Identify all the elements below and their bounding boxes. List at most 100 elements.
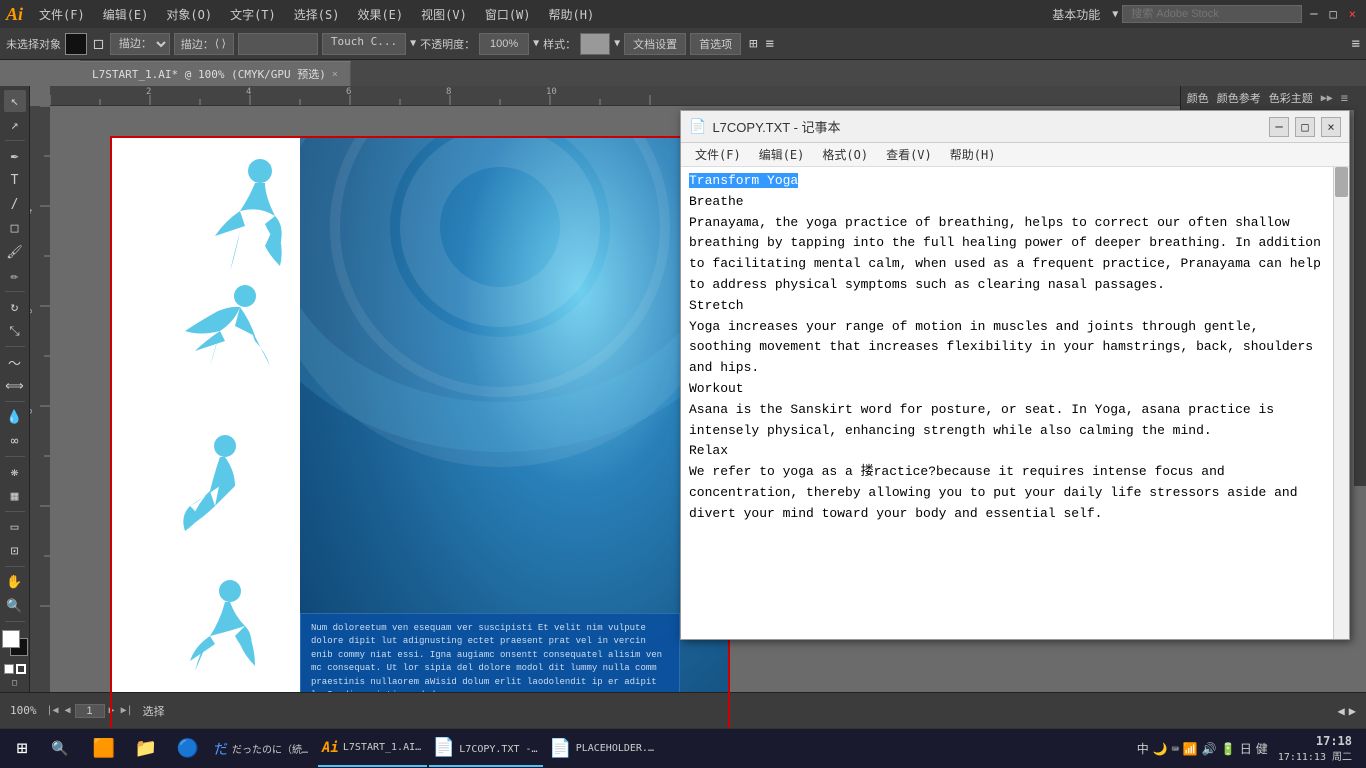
- warp-tool[interactable]: 〜: [4, 351, 26, 373]
- document-tab-bar: L7START_1.AI* @ 100% (CMYK/GPU 预选) ×: [80, 60, 1366, 86]
- stroke-indicator[interactable]: [16, 664, 26, 674]
- browser-app-icon: 🔵: [177, 738, 199, 759]
- tray-icon-lang[interactable]: 中: [1137, 740, 1149, 757]
- opacity-label: 不透明度：: [420, 36, 475, 52]
- artboard-tool[interactable]: ▭: [4, 516, 26, 538]
- notepad-close-button[interactable]: ×: [1321, 117, 1341, 137]
- color-panel-tab[interactable]: 颜色: [1187, 90, 1209, 106]
- document-tab[interactable]: L7START_1.AI* @ 100% (CMYK/GPU 预选) ×: [80, 61, 351, 86]
- eyedropper-tool[interactable]: 💧: [4, 406, 26, 428]
- menu-edit[interactable]: 编辑(E): [95, 4, 157, 25]
- artboard-prev-icon[interactable]: ◀: [1338, 704, 1345, 718]
- taskbar-app-explorer[interactable]: 📁: [126, 731, 166, 767]
- width-tool[interactable]: ⟺: [4, 375, 26, 397]
- tray-icon-keyboard[interactable]: ⌨: [1172, 742, 1179, 756]
- workspace-dropdown[interactable]: 基本功能: [1044, 4, 1108, 25]
- blend-tool[interactable]: ∞: [4, 430, 26, 452]
- clock-display[interactable]: 17:18 17:11:13 周二: [1278, 734, 1352, 763]
- taskbar-app-notepad[interactable]: 📄 L7COPY.TXT - 記...: [429, 731, 543, 767]
- panel-menu-icon[interactable]: ≡: [1341, 91, 1348, 105]
- taskbar-app-illustrator[interactable]: Ai L7START_1.AI* @...: [318, 731, 427, 767]
- color-picker-box[interactable]: [238, 33, 318, 55]
- taskbar-app-browser[interactable]: 🔵: [168, 731, 208, 767]
- notepad-window: 📄 L7COPY.TXT - 记事本 ─ □ × 文件(F) 编辑(E) 格式(…: [680, 110, 1350, 640]
- start-button[interactable]: ⊞: [4, 731, 40, 767]
- touch-button[interactable]: Touch C...: [322, 33, 406, 55]
- tray-icon-battery[interactable]: 🔋: [1221, 742, 1236, 756]
- tool-divider-5: [5, 456, 25, 457]
- window-ctrl-minimize[interactable]: ─: [1306, 5, 1321, 23]
- notepad-textarea[interactable]: Transform Yoga Breathe Pranayama, the yo…: [681, 167, 1333, 639]
- notepad-menu-format[interactable]: 格式(O): [814, 144, 876, 165]
- notepad-maximize-button[interactable]: □: [1295, 117, 1315, 137]
- menu-text[interactable]: 文字(T): [222, 4, 284, 25]
- tray-icon-health[interactable]: 健: [1256, 740, 1268, 757]
- pencil-tool[interactable]: ✏: [4, 265, 26, 287]
- menu-window[interactable]: 窗口(W): [477, 4, 539, 25]
- hand-tool[interactable]: ✋: [4, 571, 26, 593]
- panel-expand-icon[interactable]: ▶▶: [1321, 93, 1333, 104]
- symbol-tool[interactable]: ❋: [4, 461, 26, 483]
- notepad-menu-file[interactable]: 文件(F): [687, 144, 749, 165]
- menu-icon[interactable]: ≡: [1352, 36, 1360, 52]
- notepad-menu-help[interactable]: 帮助(H): [942, 144, 1004, 165]
- color-theme-panel-tab[interactable]: 色彩主题: [1269, 90, 1313, 106]
- menu-select[interactable]: 选择(S): [286, 4, 348, 25]
- scrollbar-thumb[interactable]: [1335, 167, 1348, 197]
- page-number-input[interactable]: [75, 704, 105, 718]
- window-ctrl-close[interactable]: ×: [1345, 5, 1360, 23]
- menu-effect[interactable]: 效果(E): [349, 4, 411, 25]
- menu-view[interactable]: 视图(V): [413, 4, 475, 25]
- taskbar-app-placeholder[interactable]: 📄 PLACEHOLDER.TX...: [545, 731, 659, 767]
- fill-indicator[interactable]: [4, 664, 14, 674]
- ruler-ticks-svg: 2 4 6 8 10: [50, 86, 1366, 105]
- next-page-button[interactable]: ▶: [107, 705, 117, 716]
- prefs-button[interactable]: 首选项: [690, 33, 741, 55]
- stock-search-input[interactable]: [1122, 5, 1302, 23]
- prev-page-button[interactable]: ◀: [63, 705, 73, 716]
- line-tool[interactable]: /: [4, 193, 26, 215]
- direct-select-tool[interactable]: ↗: [4, 114, 26, 136]
- doc-tab-close[interactable]: ×: [332, 69, 338, 80]
- artboard-next-icon[interactable]: ▶: [1349, 704, 1356, 718]
- doc-settings-button[interactable]: 文档设置: [624, 33, 686, 55]
- notepad-menu-view[interactable]: 查看(V): [878, 144, 940, 165]
- stroke-color-box[interactable]: [65, 33, 87, 55]
- taskbar-search-button[interactable]: 🔍: [42, 731, 78, 767]
- tray-icon-moon[interactable]: 🌙: [1153, 742, 1168, 756]
- style-selector[interactable]: [580, 33, 610, 55]
- taskbar-app-ime[interactable]: だ だったのに（続音...: [210, 731, 316, 767]
- paintbrush-tool[interactable]: 🖌: [4, 241, 26, 263]
- rect-tool[interactable]: □: [4, 217, 26, 239]
- pen-tool[interactable]: ✒: [4, 145, 26, 167]
- color-swatches[interactable]: [2, 630, 28, 656]
- tool-divider-4: [5, 401, 25, 402]
- scale-tool[interactable]: ⤡: [4, 320, 26, 342]
- notepad-minimize-button[interactable]: ─: [1269, 117, 1289, 137]
- taskbar-app-windows[interactable]: 🟧: [84, 731, 124, 767]
- color-ref-panel-tab[interactable]: 颜色参考: [1217, 90, 1261, 106]
- type-tool[interactable]: T: [4, 169, 26, 191]
- tray-icon-wifi[interactable]: 📶: [1183, 742, 1198, 756]
- slice-tool[interactable]: ⊡: [4, 540, 26, 562]
- notepad-menu-edit[interactable]: 编辑(E): [751, 144, 813, 165]
- foreground-color-swatch[interactable]: [2, 630, 20, 648]
- stroke-width-input[interactable]: 描边： ⟨⟩: [174, 33, 234, 55]
- window-ctrl-maximize[interactable]: □: [1326, 5, 1341, 23]
- artboard[interactable]: Num doloreetum ven esequam ver suscipist…: [110, 136, 730, 732]
- tray-icon-volume[interactable]: 🔊: [1202, 742, 1217, 756]
- rotate-tool[interactable]: ↻: [4, 296, 26, 318]
- menu-object[interactable]: 对象(O): [158, 4, 220, 25]
- select-tool[interactable]: ↖: [4, 90, 26, 112]
- menu-help[interactable]: 帮助(H): [541, 4, 603, 25]
- opacity-input[interactable]: [479, 33, 529, 55]
- brush-select[interactable]: 描边：: [110, 33, 170, 55]
- tray-icon-ime-ja[interactable]: 日: [1240, 740, 1252, 757]
- zoom-tool[interactable]: 🔍: [4, 595, 26, 617]
- panel-tab-bar: 颜色 颜色参考 色彩主题 ▶▶ ≡: [1180, 86, 1354, 110]
- column-graph-tool[interactable]: ▦: [4, 485, 26, 507]
- first-page-button[interactable]: |◀: [45, 705, 61, 716]
- notepad-scrollbar[interactable]: [1333, 167, 1349, 639]
- menu-file[interactable]: 文件(F): [31, 4, 93, 25]
- last-page-button[interactable]: ▶|: [119, 705, 135, 716]
